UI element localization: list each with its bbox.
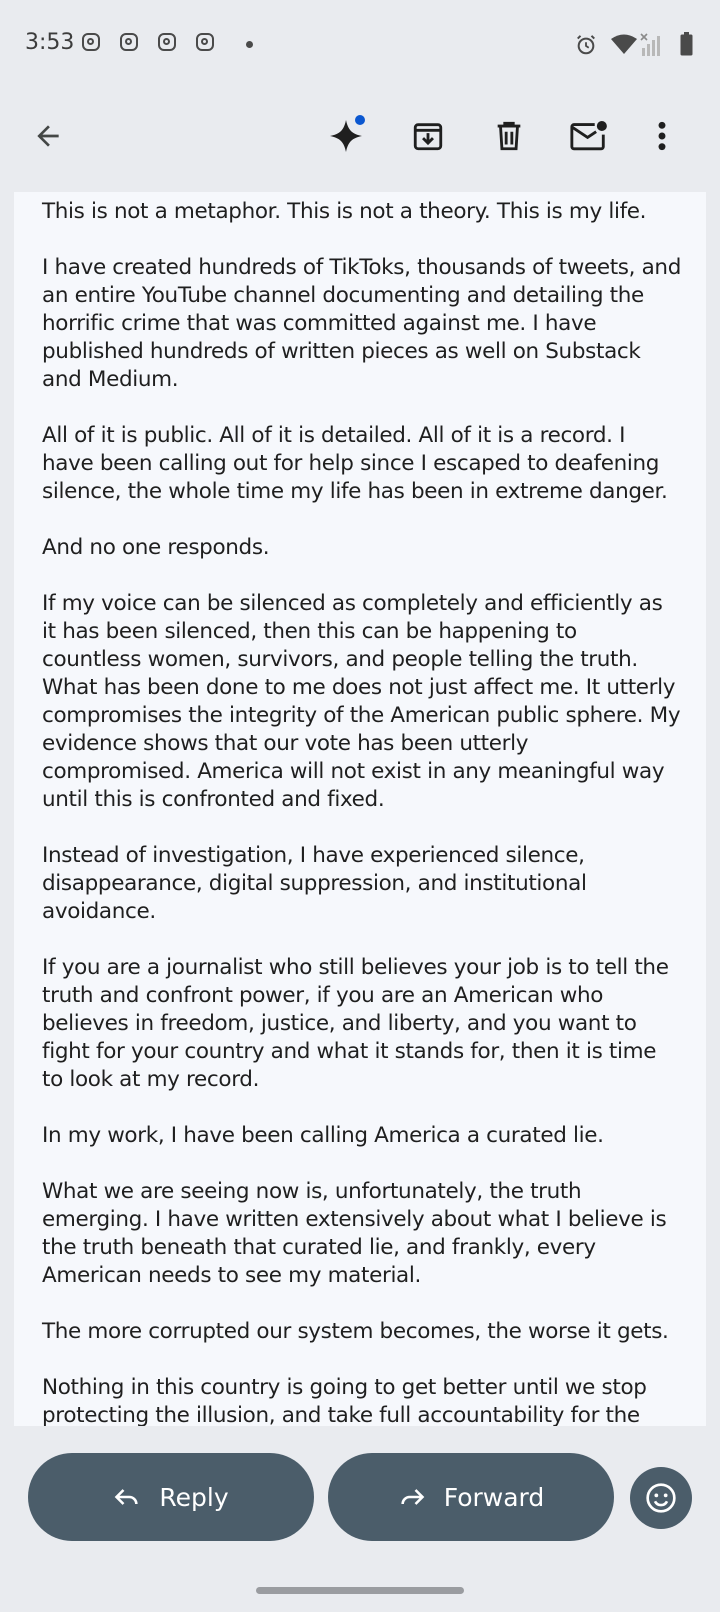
instagram-icon	[158, 33, 176, 51]
delete-icon	[497, 121, 521, 151]
email-toolbar	[0, 92, 720, 180]
reply-label: Reply	[159, 1482, 229, 1512]
delete-button[interactable]	[481, 92, 537, 180]
more-options-button[interactable]	[634, 92, 690, 180]
body-paragraph: If my voice can be silenced as completel…	[42, 591, 681, 812]
body-paragraph: I have created hundreds of TikToks, thou…	[42, 255, 682, 392]
gemini-sparkle-icon	[330, 115, 365, 152]
status-bar: 3:53	[0, 0, 720, 90]
status-time: 3:53	[25, 30, 75, 55]
body-paragraph: In my work, I have been calling America …	[42, 1123, 604, 1148]
body-paragraph: The more corrupted our system becomes, t…	[42, 1319, 669, 1344]
forward-label: Forward	[443, 1482, 545, 1512]
archive-icon	[413, 123, 443, 151]
instagram-icon	[120, 33, 138, 51]
back-button[interactable]	[20, 92, 76, 180]
alarm-icon	[577, 35, 595, 55]
forward-icon	[401, 1489, 425, 1505]
forward-button[interactable]: Forward	[328, 1453, 614, 1541]
email-body: This is not a metaphor. This is not a th…	[14, 192, 706, 1426]
emoji-reaction-button[interactable]	[630, 1467, 692, 1529]
home-indicator[interactable]	[256, 1587, 464, 1594]
signal-icon	[640, 33, 660, 56]
more-vert-icon	[658, 121, 666, 151]
body-paragraph: Nothing in this country is going to get …	[42, 1375, 647, 1426]
more-notifications-dot	[246, 41, 253, 48]
reply-icon	[115, 1489, 138, 1505]
instagram-icon	[196, 33, 214, 51]
instagram-icon	[82, 33, 100, 51]
body-paragraph: This is not a metaphor. This is not a th…	[42, 199, 647, 224]
body-paragraph: If you are a journalist who still believ…	[42, 955, 669, 1092]
battery-icon	[680, 32, 693, 56]
mark-unread-button[interactable]	[561, 92, 617, 180]
arrow-back-icon	[37, 125, 59, 147]
bottom-action-bar: Reply Forward	[0, 1426, 720, 1612]
reply-button[interactable]: Reply	[28, 1453, 314, 1541]
archive-button[interactable]	[400, 92, 456, 180]
email-body-text: This is not a metaphor. This is not a th…	[42, 198, 682, 1426]
wifi-icon	[611, 34, 637, 54]
body-paragraph: All of it is public. All of it is detail…	[42, 423, 668, 504]
mark-unread-icon	[570, 121, 607, 151]
body-paragraph: What we are seeing now is, unfortunately…	[42, 1179, 667, 1288]
body-paragraph: And no one responds.	[42, 535, 270, 560]
gemini-button[interactable]	[318, 92, 374, 180]
body-paragraph: Instead of investigation, I have experie…	[42, 843, 587, 924]
smiley-icon	[646, 1483, 676, 1513]
